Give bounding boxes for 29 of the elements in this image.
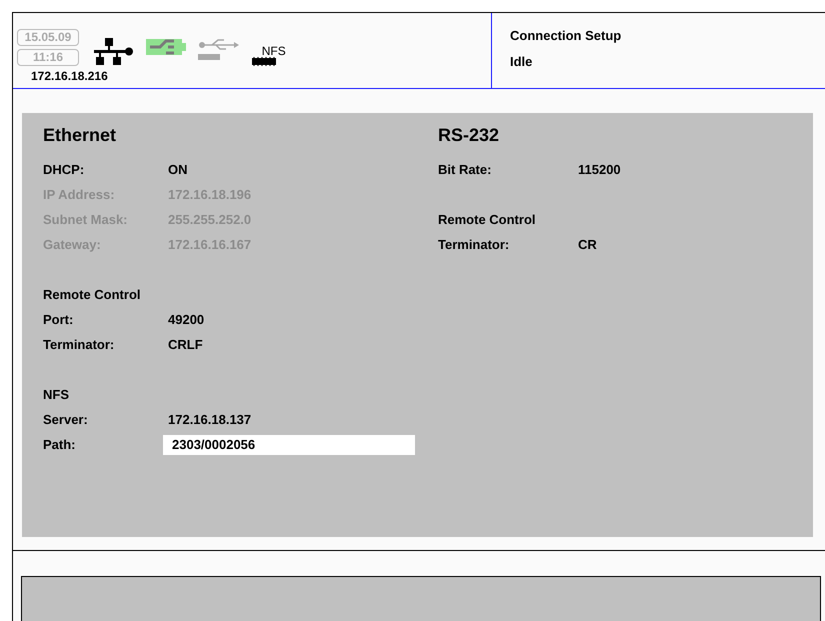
group-heading: Remote Control (438, 212, 536, 227)
group-heading: Remote Control (43, 287, 140, 302)
setting-value: CR (578, 237, 597, 252)
path-field[interactable]: 2303/0002056 (163, 434, 415, 454)
nfs-label: NFS (262, 45, 286, 57)
setting-label: Terminator: (438, 237, 510, 252)
setting-value: CRLF (168, 337, 203, 352)
date-display: 15.05.09 (17, 29, 79, 46)
battery-icon (146, 37, 186, 57)
chip-icon (252, 57, 276, 66)
setting-value: 172.16.18.137 (168, 412, 252, 427)
usb-icon (198, 37, 240, 63)
time-display: 11:16 (17, 49, 79, 66)
network-icon (92, 37, 134, 67)
setting-label: Bit Rate: (438, 162, 492, 177)
section-title: RS-232 (438, 125, 500, 147)
setting-label: Terminator: (43, 337, 116, 352)
group-heading: NFS (43, 387, 69, 402)
ip-address: 172.16.18.216 (31, 69, 108, 83)
setting-label: Path: (43, 437, 76, 452)
section-title: Ethernet (43, 125, 118, 147)
connection-state: Idle (510, 54, 534, 69)
setting-label: Port: (43, 312, 74, 327)
setting-label: Server: (43, 412, 89, 427)
setting-value: 115200 (578, 162, 621, 177)
setting-value: 49200 (168, 312, 204, 327)
setting-label: DHCP: (43, 162, 86, 177)
setting-value: ON (168, 162, 188, 177)
screen-title: Connection Setup (510, 28, 622, 45)
